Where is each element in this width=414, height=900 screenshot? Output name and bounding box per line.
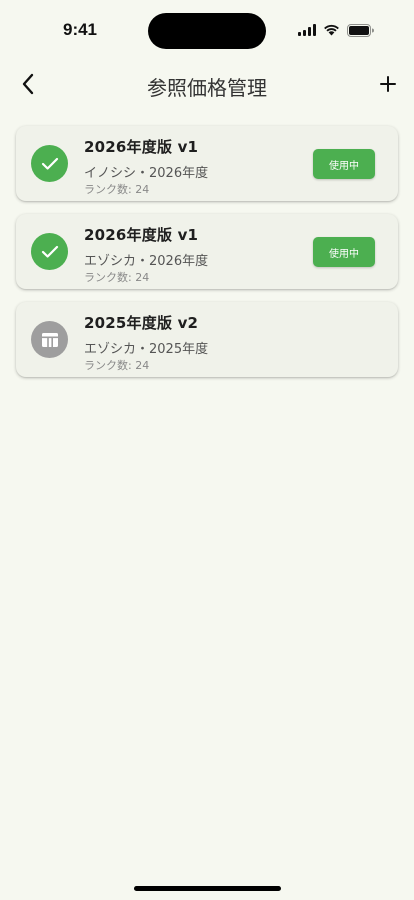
status-icons	[298, 22, 374, 38]
home-indicator	[134, 886, 281, 891]
price-card[interactable]: 2025年度版 v2 エゾシカ・2025年度 ランク数: 24	[16, 302, 398, 377]
signal-icon	[298, 24, 316, 36]
screen: 9:41 参照価格管理 2026年度版 v1 イノシシ・2026年度 ランク数:…	[0, 0, 414, 900]
wifi-icon	[323, 24, 340, 36]
card-title: 2026年度版 v1	[84, 138, 199, 156]
card-meta: ランク数: 24	[84, 183, 150, 196]
add-button[interactable]	[374, 70, 402, 98]
dynamic-island	[148, 13, 266, 49]
status-bar: 9:41	[0, 0, 414, 56]
price-list: 2026年度版 v1 イノシシ・2026年度 ランク数: 24 使用中 2026…	[16, 126, 398, 390]
table-icon	[31, 321, 68, 358]
in-use-badge: 使用中	[313, 237, 375, 267]
check-circle-icon	[31, 145, 68, 182]
card-title: 2025年度版 v2	[84, 314, 199, 332]
card-title: 2026年度版 v1	[84, 226, 199, 244]
battery-icon	[347, 23, 374, 37]
price-card[interactable]: 2026年度版 v1 エゾシカ・2026年度 ランク数: 24 使用中	[16, 214, 398, 289]
nav-bar: 参照価格管理	[0, 62, 414, 108]
card-subtitle: イノシシ・2026年度	[84, 166, 209, 181]
price-card[interactable]: 2026年度版 v1 イノシシ・2026年度 ランク数: 24 使用中	[16, 126, 398, 201]
card-meta: ランク数: 24	[84, 359, 150, 372]
check-circle-icon	[31, 233, 68, 270]
in-use-badge: 使用中	[313, 149, 375, 179]
card-subtitle: エゾシカ・2025年度	[84, 342, 209, 357]
card-meta: ランク数: 24	[84, 271, 150, 284]
plus-icon	[380, 76, 396, 92]
status-time: 9:41	[62, 20, 98, 39]
page-title: 参照価格管理	[147, 76, 267, 100]
card-subtitle: エゾシカ・2026年度	[84, 254, 209, 269]
